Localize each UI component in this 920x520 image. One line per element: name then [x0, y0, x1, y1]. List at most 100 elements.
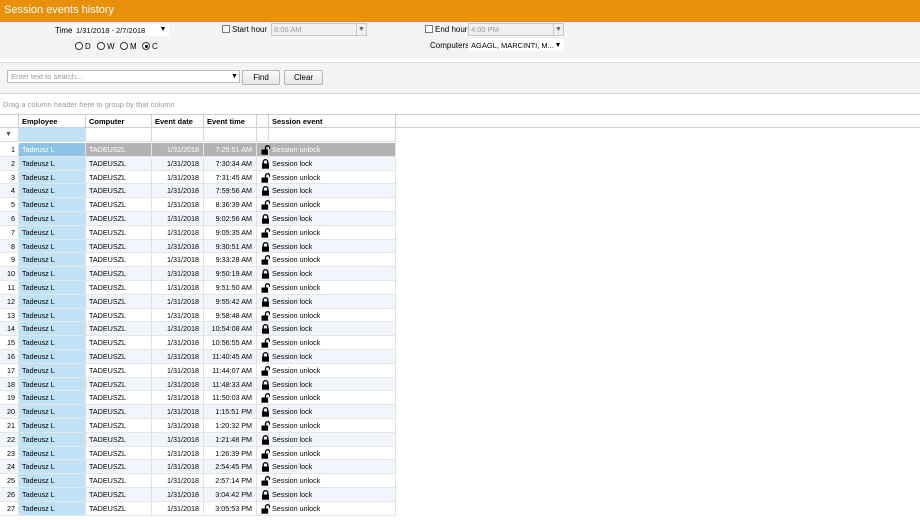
cell-event-time[interactable]: 9:30:51 AM: [204, 239, 257, 254]
cell-event-date[interactable]: 1/31/2018: [152, 281, 204, 295]
cell-computer[interactable]: TADEUSZL: [86, 474, 152, 488]
cell-employee[interactable]: Tadeusz L: [19, 225, 86, 240]
cell-computer[interactable]: TADEUSZL: [86, 212, 152, 226]
cell-computer[interactable]: TADEUSZL: [86, 267, 152, 281]
cell-employee[interactable]: Tadeusz L: [19, 391, 86, 406]
cell-employee[interactable]: Tadeusz L: [19, 212, 86, 226]
table-row[interactable]: 2 Tadeusz L TADEUSZL 1/31/2018 7:30:34 AM Ses…: [0, 156, 396, 171]
cell-event-date[interactable]: 1/31/2018: [152, 501, 204, 516]
cell-computer[interactable]: TADEUSZL: [86, 446, 152, 461]
cell-computer[interactable]: TADEUSZL: [86, 156, 152, 171]
group-by-panel[interactable]: Drag a column header here to group by th…: [0, 94, 920, 114]
end-hour-dropdown[interactable]: 4:00 PM: [468, 23, 564, 36]
cell-employee[interactable]: Tadeusz L: [19, 474, 86, 488]
time-range-dropdown[interactable]: 1/31/2018 - 2/7/2018: [73, 24, 169, 36]
cell-event-date[interactable]: 1/31/2018: [152, 184, 204, 199]
table-row[interactable]: 9 Tadeusz L TADEUSZL 1/31/2018 9:33:28 AM Ses…: [0, 253, 396, 268]
table-row[interactable]: 18 Tadeusz L TADEUSZL 1/31/2018 11:48:33 AM S…: [0, 377, 396, 392]
cell-event-date[interactable]: 1/31/2018: [152, 336, 204, 350]
cell-computer[interactable]: TADEUSZL: [86, 253, 152, 268]
filter-cell-icon[interactable]: [257, 128, 269, 141]
cell-employee[interactable]: Tadeusz L: [19, 184, 86, 199]
cell-event-time[interactable]: 1:26:39 PM: [204, 446, 257, 461]
cell-employee[interactable]: Tadeusz L: [19, 377, 86, 392]
cell-computer[interactable]: TADEUSZL: [86, 391, 152, 406]
cell-event-time[interactable]: 9:50:19 AM: [204, 267, 257, 281]
table-row[interactable]: 20 Tadeusz L TADEUSZL 1/31/2018 1:15:51 PM Se…: [0, 405, 396, 419]
table-row[interactable]: 5 Tadeusz L TADEUSZL 1/31/2018 8:36:39 AM Ses…: [0, 198, 396, 212]
cell-session-event[interactable]: Session unlock: [269, 336, 396, 350]
cell-event-date[interactable]: 1/31/2018: [152, 432, 204, 447]
cell-event-time[interactable]: 1:20:32 PM: [204, 419, 257, 433]
cell-event-time[interactable]: 9:05:35 AM: [204, 225, 257, 240]
cell-computer[interactable]: TADEUSZL: [86, 460, 152, 475]
cell-session-event[interactable]: Session unlock: [269, 501, 396, 516]
cell-event-time[interactable]: 7:31:45 AM: [204, 170, 257, 185]
cell-session-event[interactable]: Session lock: [269, 405, 396, 419]
table-row[interactable]: 1 Tadeusz L TADEUSZL 1/31/2018 7:25:51 AM Ses…: [0, 143, 396, 157]
table-row[interactable]: 17 Tadeusz L TADEUSZL 1/31/2018 11:44:07 AM S…: [0, 363, 396, 378]
cell-session-event[interactable]: Session lock: [269, 212, 396, 226]
cell-computer[interactable]: TADEUSZL: [86, 170, 152, 185]
cell-computer[interactable]: TADEUSZL: [86, 336, 152, 350]
cell-session-event[interactable]: Session unlock: [269, 363, 396, 378]
table-row[interactable]: 3 Tadeusz L TADEUSZL 1/31/2018 7:31:45 AM Ses…: [0, 170, 396, 185]
cell-employee[interactable]: Tadeusz L: [19, 432, 86, 447]
cell-event-date[interactable]: 1/31/2018: [152, 253, 204, 268]
table-row[interactable]: 15 Tadeusz L TADEUSZL 1/31/2018 10:56:55 AM S…: [0, 336, 396, 350]
cell-event-date[interactable]: 1/31/2018: [152, 225, 204, 240]
chevron-down-icon[interactable]: ▼: [553, 40, 563, 52]
cell-employee[interactable]: Tadeusz L: [19, 460, 86, 475]
cell-event-time[interactable]: 2:57:14 PM: [204, 474, 257, 488]
table-row[interactable]: 11 Tadeusz L TADEUSZL 1/31/2018 9:51:50 AM Se…: [0, 281, 396, 295]
cell-session-event[interactable]: Session lock: [269, 377, 396, 392]
table-row[interactable]: 6 Tadeusz L TADEUSZL 1/31/2018 9:02:56 AM Ses…: [0, 212, 396, 226]
chevron-down-icon[interactable]: ▼: [356, 24, 366, 36]
cell-event-date[interactable]: 1/31/2018: [152, 350, 204, 364]
filter-cell-event-time[interactable]: [204, 128, 257, 141]
cell-event-date[interactable]: 1/31/2018: [152, 377, 204, 392]
cell-session-event[interactable]: Session lock: [269, 184, 396, 199]
table-row[interactable]: 19 Tadeusz L TADEUSZL 1/31/2018 11:50:03 AM S…: [0, 391, 396, 406]
end-hour-checkbox[interactable]: [425, 25, 433, 33]
cell-session-event[interactable]: Session unlock: [269, 419, 396, 433]
cell-event-time[interactable]: 9:51:50 AM: [204, 281, 257, 295]
table-row[interactable]: 27 Tadeusz L TADEUSZL 1/31/2018 3:05:53 PM Se…: [0, 501, 396, 516]
cell-computer[interactable]: TADEUSZL: [86, 294, 152, 309]
cell-employee[interactable]: Tadeusz L: [19, 405, 86, 419]
table-row[interactable]: 25 Tadeusz L TADEUSZL 1/31/2018 2:57:14 PM Se…: [0, 474, 396, 488]
cell-event-date[interactable]: 1/31/2018: [152, 294, 204, 309]
clear-button[interactable]: Clear: [284, 70, 323, 85]
cell-event-date[interactable]: 1/31/2018: [152, 405, 204, 419]
cell-event-time[interactable]: 7:30:34 AM: [204, 156, 257, 171]
table-row[interactable]: 4 Tadeusz L TADEUSZL 1/31/2018 7:59:56 AM Ses…: [0, 184, 396, 199]
cell-employee[interactable]: Tadeusz L: [19, 294, 86, 309]
cell-employee[interactable]: Tadeusz L: [19, 170, 86, 185]
cell-session-event[interactable]: Session lock: [269, 460, 396, 475]
table-row[interactable]: 13 Tadeusz L TADEUSZL 1/31/2018 9:58:48 AM Se…: [0, 308, 396, 323]
cell-session-event[interactable]: Session unlock: [269, 391, 396, 406]
cell-computer[interactable]: TADEUSZL: [86, 322, 152, 337]
cell-event-time[interactable]: 7:25:51 AM: [204, 143, 257, 157]
cell-session-event[interactable]: Session unlock: [269, 281, 396, 295]
column-header-event-time[interactable]: Event time: [204, 115, 257, 128]
table-row[interactable]: 12 Tadeusz L TADEUSZL 1/31/2018 9:55:42 AM Se…: [0, 294, 396, 309]
filter-cell-event-date[interactable]: [152, 128, 204, 141]
table-row[interactable]: 14 Tadeusz L TADEUSZL 1/31/2018 10:54:08 AM S…: [0, 322, 396, 337]
cell-event-date[interactable]: 1/31/2018: [152, 446, 204, 461]
cell-event-date[interactable]: 1/31/2018: [152, 143, 204, 157]
cell-computer[interactable]: TADEUSZL: [86, 350, 152, 364]
cell-event-date[interactable]: 1/31/2018: [152, 198, 204, 212]
column-header-computer[interactable]: Computer: [86, 115, 152, 128]
cell-event-time[interactable]: 3:05:53 PM: [204, 501, 257, 516]
cell-employee[interactable]: Tadeusz L: [19, 419, 86, 433]
cell-computer[interactable]: TADEUSZL: [86, 281, 152, 295]
filter-cell-computer[interactable]: [86, 128, 152, 141]
cell-computer[interactable]: TADEUSZL: [86, 488, 152, 502]
table-row[interactable]: 16 Tadeusz L TADEUSZL 1/31/2018 11:40:45 AM S…: [0, 350, 396, 364]
cell-session-event[interactable]: Session lock: [269, 322, 396, 337]
cell-employee[interactable]: Tadeusz L: [19, 322, 86, 337]
cell-employee[interactable]: Tadeusz L: [19, 446, 86, 461]
cell-computer[interactable]: TADEUSZL: [86, 143, 152, 157]
cell-event-time[interactable]: 9:33:28 AM: [204, 253, 257, 268]
